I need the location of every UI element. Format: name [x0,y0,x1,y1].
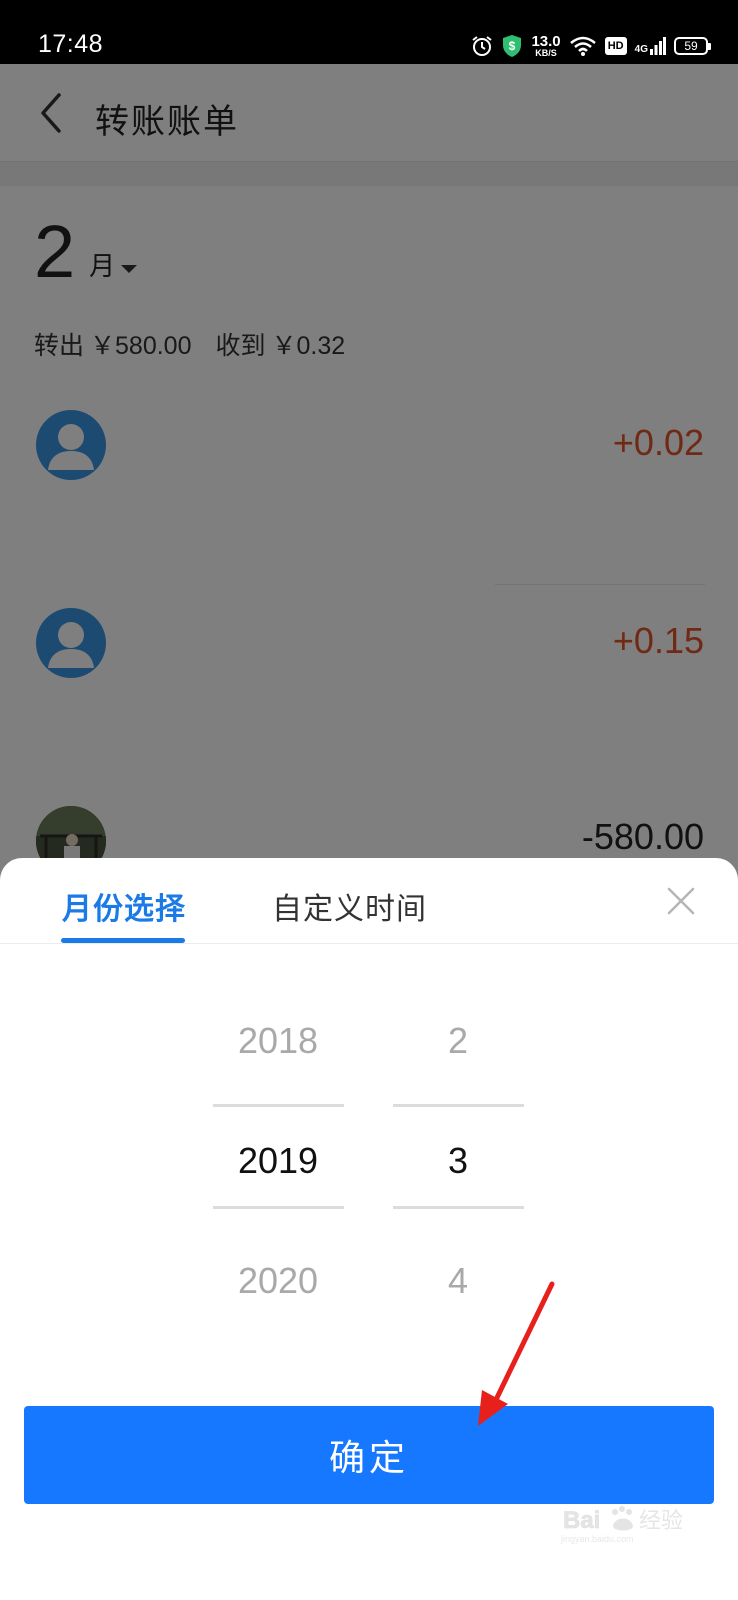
status-icons: $ 13.0 KB/S HD 4G 59 [471,28,711,64]
wifi-icon [569,36,596,56]
picker-selection-line [393,1206,524,1209]
alarm-icon [472,36,493,56]
close-button[interactable] [664,884,698,918]
security-shield-icon: $ [503,35,522,57]
picker-month-selected[interactable]: 3 [393,1140,523,1182]
cellular-signal: 4G [635,37,666,55]
network-speed: 13.0 KB/S [531,33,561,58]
sheet-tab-bar: 月份选择 自定义时间 [0,858,738,944]
picker-selection-line [393,1104,524,1107]
hd-badge: HD [604,37,627,55]
tab-month-select[interactable]: 月份选择 [62,884,186,928]
status-bar: 17:48 $ 13.0 KB/S HD 4G 59 [0,0,738,64]
svg-text:Bai: Bai [563,1507,600,1534]
signal-bars-icon [650,37,666,55]
annotation-arrow-icon [478,1281,555,1426]
svg-text:$: $ [509,39,516,53]
picker-month-option[interactable]: 2 [393,1020,523,1062]
picker-selection-line [213,1206,344,1209]
close-icon [667,887,695,915]
baidu-paw-logo: Bai 经验 jingyan.baidu.com [560,1506,683,1544]
tab-custom-time[interactable]: 自定义时间 [272,884,427,928]
active-tab-indicator [61,938,185,943]
month-picker-sheet: 月份选择 自定义时间 2018 2019 2020 2 3 4 确定 [0,858,738,1600]
svg-text:经验: 经验 [639,1509,683,1534]
picker-year-option[interactable]: 2020 [213,1260,343,1302]
picker-selection-line [213,1104,344,1107]
picker-year-selected[interactable]: 2019 [213,1140,343,1182]
baidu-watermark: Bai 经验 jingyan.baidu.com [555,1500,705,1544]
status-time: 17:48 [38,30,104,58]
picker-year-option[interactable]: 2018 [213,1020,343,1062]
svg-text:jingyan.baidu.com: jingyan.baidu.com [560,1534,634,1544]
battery-icon: 59 [674,37,711,55]
confirm-button[interactable]: 确定 [24,1406,714,1504]
